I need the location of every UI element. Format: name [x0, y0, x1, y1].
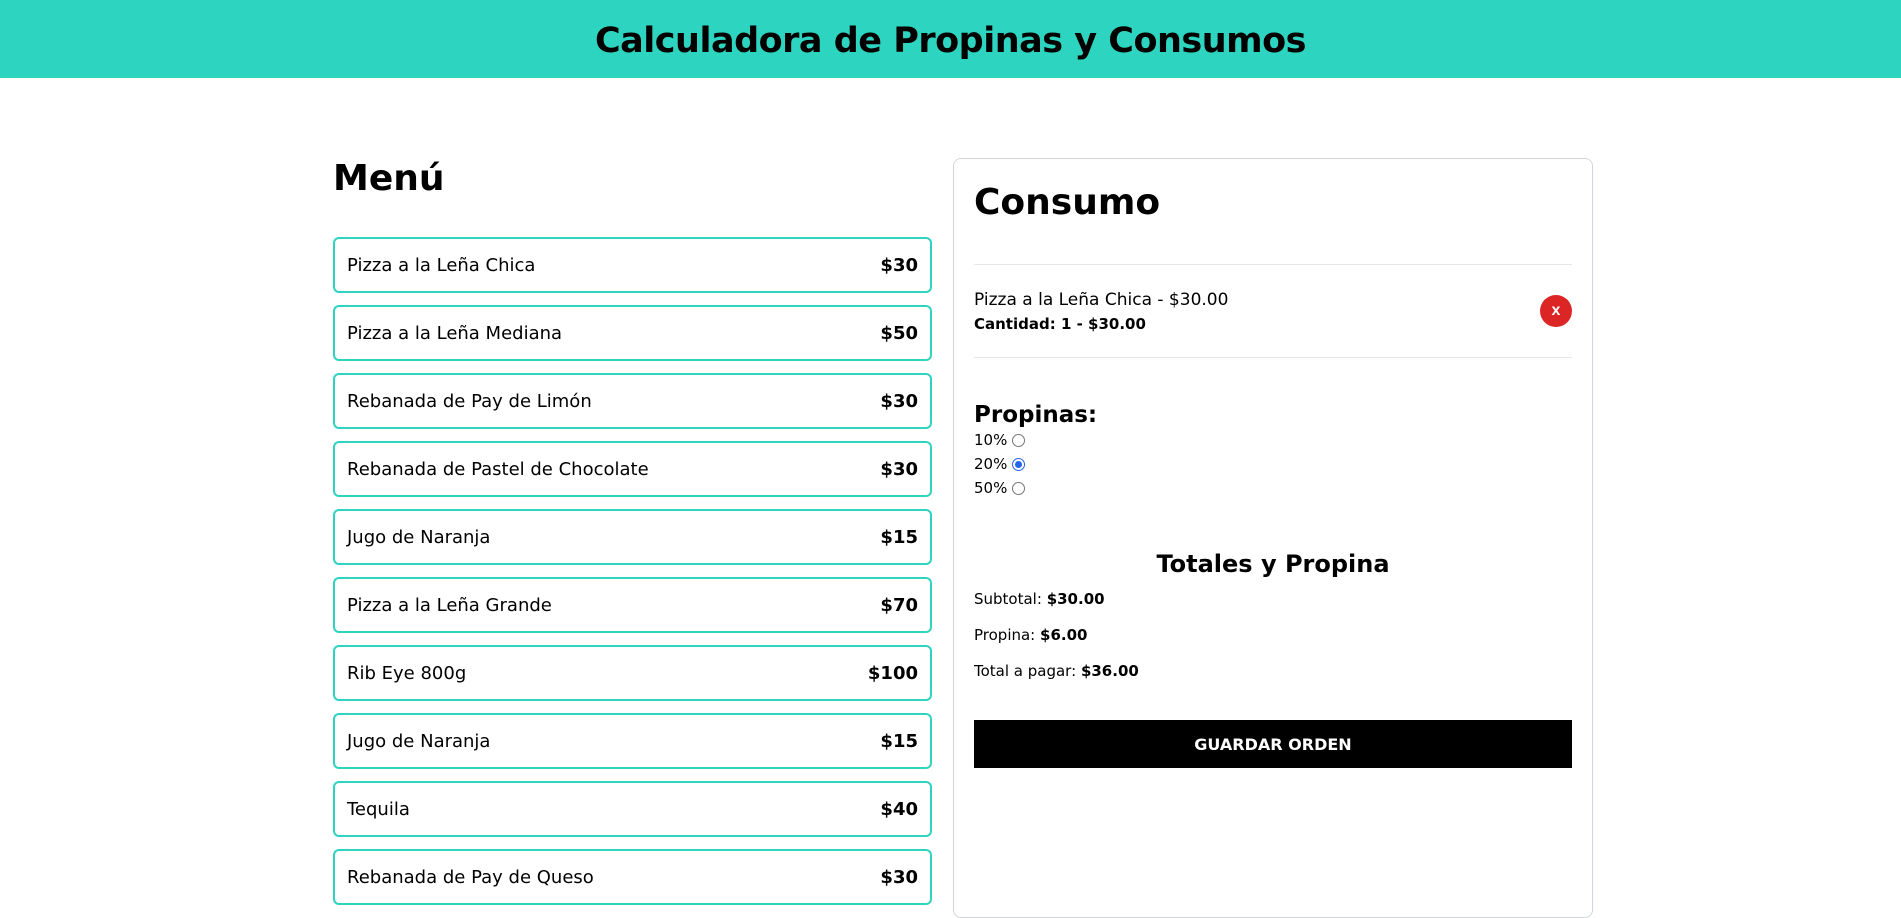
tip-radio-50[interactable]: [1012, 481, 1025, 495]
menu-item[interactable]: Rebanada de Pay de Limón $30: [333, 373, 932, 429]
tip-radio-20[interactable]: [1012, 457, 1025, 471]
tip-option-label: 20%: [974, 455, 1008, 473]
close-icon: x: [1551, 302, 1561, 319]
tip-value: $6.00: [1040, 626, 1088, 644]
menu-item[interactable]: Tequila $40: [333, 781, 932, 837]
menu-item[interactable]: Pizza a la Leña Mediana $50: [333, 305, 932, 361]
menu-item-price: $30: [880, 390, 918, 412]
menu-item[interactable]: Rib Eye 800g $100: [333, 645, 932, 701]
order-panel: Consumo Pizza a la Leña Chica - $30.00 C…: [953, 158, 1593, 918]
menu-item[interactable]: Jugo de Naranja $15: [333, 509, 932, 565]
totals-title: Totales y Propina: [1156, 550, 1390, 578]
order-item-info: Pizza a la Leña Chica - $30.00 Cantidad:…: [974, 290, 1228, 333]
save-order-button[interactable]: GUARDAR ORDEN: [974, 720, 1572, 768]
tip-option-50[interactable]: 50%: [974, 476, 1572, 500]
tip-option-10[interactable]: 10%: [974, 428, 1572, 452]
menu-item-name: Jugo de Naranja: [347, 526, 491, 548]
menu-item-name: Rebanada de Pay de Queso: [347, 866, 594, 888]
menu-item-name: Pizza a la Leña Mediana: [347, 322, 563, 344]
menu-item[interactable]: Jugo de Naranja $15: [333, 713, 932, 769]
menu-item[interactable]: Pizza a la Leña Grande $70: [333, 577, 932, 633]
menu-item-price: $50: [880, 322, 918, 344]
menu-item-price: $70: [880, 594, 918, 616]
menu-item-price: $30: [880, 866, 918, 888]
remove-item-button[interactable]: x: [1540, 295, 1572, 327]
menu-item-price: $30: [880, 254, 918, 276]
menu-item-price: $100: [867, 662, 918, 684]
menu-list: Pizza a la Leña Chica $30 Pizza a la Leñ…: [333, 237, 932, 905]
tip-option-label: 10%: [974, 431, 1008, 449]
subtotal-value: $30.00: [1046, 590, 1105, 608]
page-title: Calculadora de Propinas y Consumos: [594, 21, 1307, 61]
menu-item[interactable]: Rebanada de Pay de Queso $30: [333, 849, 932, 905]
menu-item-price: $40: [880, 798, 918, 820]
order-title: Consumo: [974, 182, 1161, 223]
tip-radio-10[interactable]: [1012, 433, 1025, 447]
menu-item-price: $15: [880, 526, 918, 548]
order-item: Pizza a la Leña Chica - $30.00 Cantidad:…: [974, 264, 1572, 358]
tip-label: Propina:: [974, 626, 1036, 644]
total-label: Total a pagar:: [974, 662, 1077, 680]
order-item-quantity: Cantidad: 1 - $30.00: [974, 314, 1146, 333]
menu-item-name: Rebanada de Pay de Limón: [347, 390, 592, 412]
menu-item-name: Rebanada de Pastel de Chocolate: [347, 458, 649, 480]
total-line: Total a pagar: $36.00: [974, 660, 1572, 682]
app-header: Calculadora de Propinas y Consumos: [0, 0, 1901, 78]
menu-item[interactable]: Pizza a la Leña Chica $30: [333, 237, 932, 293]
menu-section: Menú Pizza a la Leña Chica $30 Pizza a l…: [333, 157, 932, 917]
order-item-name: Pizza a la Leña Chica - $30.00: [974, 289, 1229, 310]
menu-item-name: Jugo de Naranja: [347, 730, 491, 752]
menu-item-name: Tequila: [347, 798, 410, 820]
tips-title: Propinas:: [974, 402, 1098, 428]
tip-options: 10% 20% 50%: [974, 428, 1572, 500]
menu-item-price: $30: [880, 458, 918, 480]
total-value: $36.00: [1080, 662, 1139, 680]
tip-line: Propina: $6.00: [974, 624, 1572, 646]
menu-item-price: $15: [880, 730, 918, 752]
menu-item[interactable]: Rebanada de Pastel de Chocolate $30: [333, 441, 932, 497]
subtotal-label: Subtotal:: [974, 590, 1042, 608]
menu-title: Menú: [333, 158, 445, 199]
tip-option-label: 50%: [974, 479, 1008, 497]
menu-item-name: Pizza a la Leña Chica: [347, 254, 536, 276]
menu-item-name: Rib Eye 800g: [347, 662, 467, 684]
subtotal-line: Subtotal: $30.00: [974, 588, 1572, 610]
menu-item-name: Pizza a la Leña Grande: [347, 594, 552, 616]
tip-option-20[interactable]: 20%: [974, 452, 1572, 476]
